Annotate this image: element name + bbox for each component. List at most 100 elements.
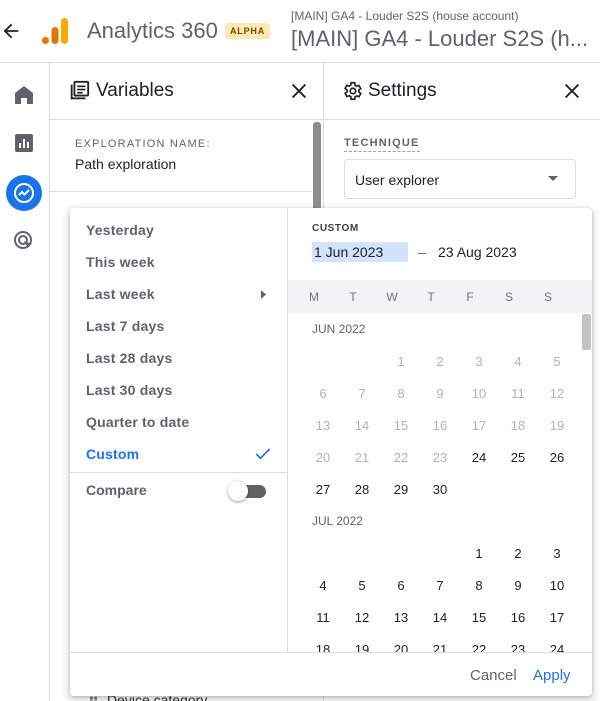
app-name: Analytics 360 xyxy=(87,18,218,43)
weekday-label: T xyxy=(349,290,357,304)
calendar-day[interactable]: 28 xyxy=(348,482,376,497)
calendar-day[interactable]: 15 xyxy=(387,418,415,433)
preset-label: Last week xyxy=(86,286,155,302)
calendar-day[interactable]: 7 xyxy=(426,578,454,593)
preset-last-7-days[interactable]: Last 7 days xyxy=(86,318,164,334)
advertising-icon[interactable] xyxy=(12,229,36,253)
calendar-day[interactable]: 14 xyxy=(348,418,376,433)
calendar-day[interactable]: 3 xyxy=(543,546,571,561)
calendar-day[interactable]: 29 xyxy=(387,482,415,497)
calendar-day[interactable]: 25 xyxy=(504,450,532,465)
alpha-badge: ALPHA xyxy=(225,23,270,39)
calendar-day[interactable]: 27 xyxy=(309,482,337,497)
calendar-day[interactable]: 6 xyxy=(387,578,415,593)
property-selector[interactable]: [MAIN] GA4 - Louder S2S (h... xyxy=(291,26,588,52)
calendar-day[interactable]: 24 xyxy=(465,450,493,465)
calendar-day[interactable]: 10 xyxy=(465,386,493,401)
account-subtitle[interactable]: [MAIN] GA4 - Louder S2S (house account) xyxy=(291,9,518,23)
calendar-day[interactable]: 3 xyxy=(465,354,493,369)
preset-last-28-days[interactable]: Last 28 days xyxy=(86,350,172,366)
weekday-label: F xyxy=(466,290,474,304)
calendar-day[interactable]: 6 xyxy=(309,386,337,401)
variables-header: Variables xyxy=(50,63,323,120)
weekday-label: S xyxy=(504,290,513,304)
weekday-label: M xyxy=(309,290,319,304)
calendar-day[interactable]: 13 xyxy=(309,418,337,433)
date-separator: – xyxy=(418,244,426,260)
calendar-day[interactable]: 2 xyxy=(504,546,532,561)
calendar-day[interactable]: 15 xyxy=(465,610,493,625)
calendar-day[interactable]: 1 xyxy=(387,354,415,369)
calendar-day[interactable]: 1 xyxy=(465,546,493,561)
apply-button[interactable]: Apply xyxy=(533,667,571,684)
technique-value: User explorer xyxy=(355,172,440,188)
calendar-day[interactable]: 14 xyxy=(426,610,454,625)
gear-icon xyxy=(343,81,362,101)
calendar-day[interactable]: 18 xyxy=(504,418,532,433)
variables-title: Variables xyxy=(96,80,174,101)
calendar: CUSTOM 1 Jun 2023 – 23 Aug 2023 MTWTFSS … xyxy=(288,208,592,689)
calendar-day[interactable]: 9 xyxy=(504,578,532,593)
technique-select[interactable]: User explorer xyxy=(344,159,576,199)
preset-label: Last 7 days xyxy=(86,318,165,334)
preset-custom[interactable]: Custom xyxy=(86,446,139,462)
close-settings-icon[interactable] xyxy=(561,80,583,102)
preset-label: This week xyxy=(86,254,155,270)
calendar-day[interactable]: 5 xyxy=(348,578,376,593)
calendar-day[interactable]: 7 xyxy=(348,386,376,401)
preset-last-week[interactable]: Last week xyxy=(86,286,155,302)
variables-list-icon xyxy=(70,80,90,100)
calendar-day[interactable]: 13 xyxy=(387,610,415,625)
calendar-day[interactable]: 26 xyxy=(543,450,571,465)
compare-toggle-knob[interactable] xyxy=(228,481,248,501)
home-icon[interactable] xyxy=(12,83,36,107)
preset-this-week[interactable]: This week xyxy=(86,254,155,270)
calendar-day[interactable]: 30 xyxy=(426,482,454,497)
preset-label: Quarter to date xyxy=(86,414,190,430)
calendar-day[interactable]: 8 xyxy=(387,386,415,401)
reports-icon[interactable] xyxy=(12,131,36,155)
preset-last-30-days[interactable]: Last 30 days xyxy=(86,382,172,398)
calendar-day[interactable]: 4 xyxy=(504,354,532,369)
calendar-day[interactable]: 11 xyxy=(309,610,337,625)
calendar-scrollbar[interactable] xyxy=(582,314,591,350)
back-arrow-icon[interactable] xyxy=(0,20,22,42)
preset-list: Yesterday This week Last week Last 7 days La… xyxy=(70,208,288,652)
calendar-day[interactable]: 19 xyxy=(543,418,571,433)
calendar-day[interactable]: 22 xyxy=(387,450,415,465)
calendar-day[interactable]: 23 xyxy=(426,450,454,465)
calendar-day[interactable]: 16 xyxy=(504,610,532,625)
calendar-day[interactable]: 2 xyxy=(426,354,454,369)
calendar-day[interactable]: 8 xyxy=(465,578,493,593)
calendar-day[interactable]: 17 xyxy=(543,610,571,625)
close-variables-icon[interactable] xyxy=(288,80,310,102)
calendar-day[interactable]: 12 xyxy=(348,610,376,625)
divider xyxy=(50,191,312,192)
calendar-day[interactable]: 17 xyxy=(465,418,493,433)
date-range-picker: Yesterday This week Last week Last 7 days La… xyxy=(70,208,592,696)
weekday-label: S xyxy=(543,290,552,304)
variables-scrollbar[interactable] xyxy=(313,122,321,222)
month-label: JUL 2022 xyxy=(312,514,363,528)
calendar-day[interactable]: 16 xyxy=(426,418,454,433)
start-date-input[interactable]: 1 Jun 2023 xyxy=(312,242,408,262)
preset-quarter-to-date[interactable]: Quarter to date xyxy=(86,414,189,430)
calendar-day[interactable]: 5 xyxy=(543,354,571,369)
calendar-day[interactable]: 4 xyxy=(309,578,337,593)
calendar-day[interactable]: 20 xyxy=(309,450,337,465)
cancel-button[interactable]: Cancel xyxy=(470,667,517,684)
picker-footer: Cancel Apply xyxy=(70,652,592,696)
calendar-day[interactable]: 11 xyxy=(504,386,532,401)
calendar-day[interactable]: 9 xyxy=(426,386,454,401)
check-icon xyxy=(255,448,271,460)
calendar-day[interactable]: 12 xyxy=(543,386,571,401)
end-date-input[interactable]: 23 Aug 2023 xyxy=(438,244,517,260)
left-nav-rail xyxy=(0,63,50,701)
exploration-name-value[interactable]: Path exploration xyxy=(75,156,176,172)
compare-row: Compare xyxy=(70,472,288,508)
explore-icon[interactable] xyxy=(12,181,36,205)
calendar-day[interactable]: 10 xyxy=(543,578,571,593)
preset-yesterday[interactable]: Yesterday xyxy=(86,222,154,238)
preset-label: Custom xyxy=(86,446,140,462)
calendar-day[interactable]: 21 xyxy=(348,450,376,465)
